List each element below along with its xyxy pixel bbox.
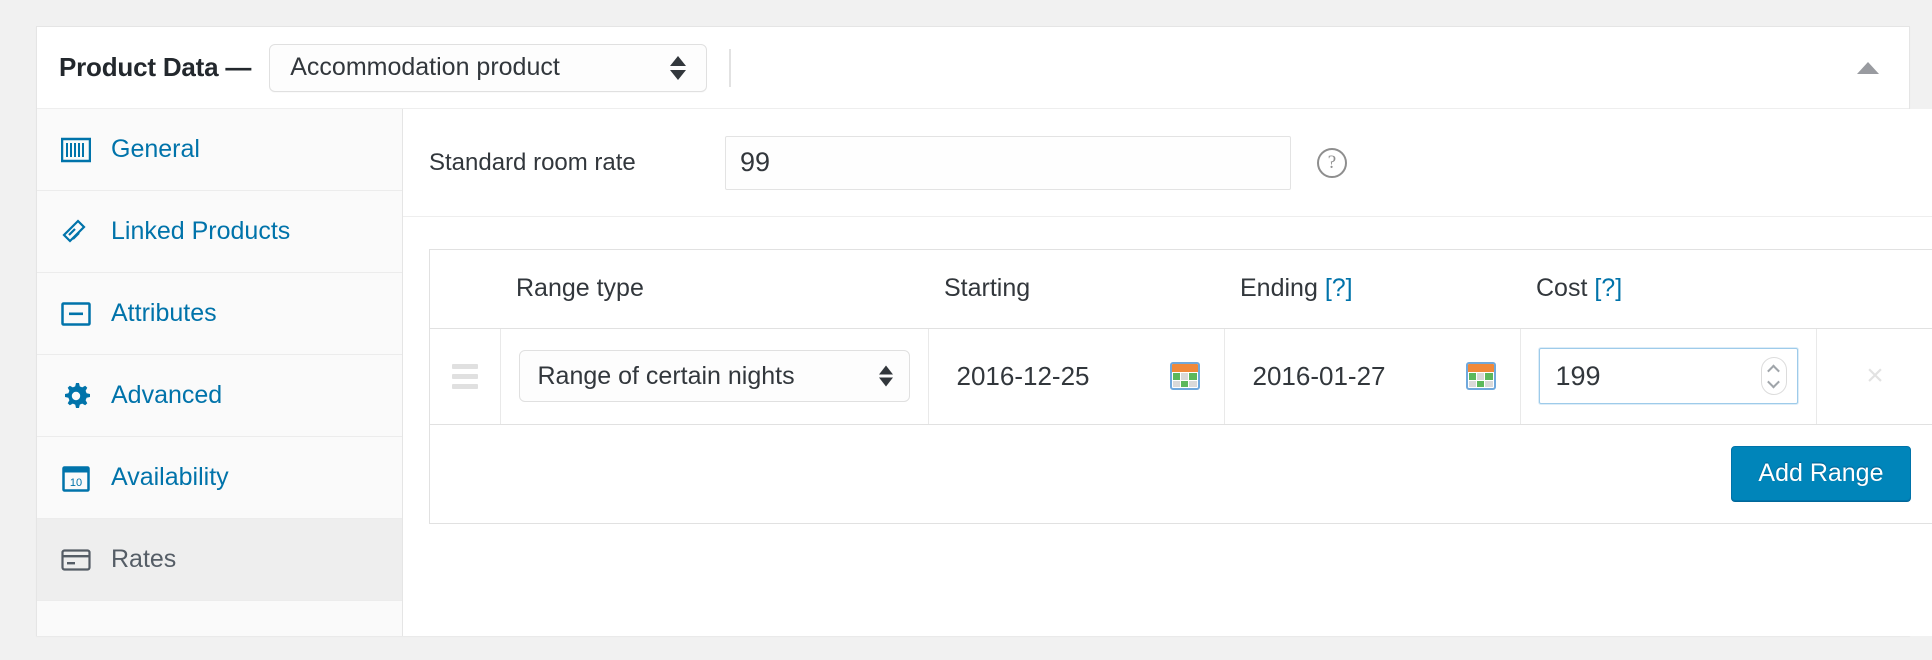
header-divider: [729, 48, 732, 87]
table-row: Range of certain nights 2016-12-25 2016-…: [430, 328, 1932, 425]
attributes-icon: [59, 297, 93, 331]
row-remove-cell: ×: [1816, 328, 1932, 425]
sidebar-item-label: Linked Products: [111, 217, 291, 245]
column-header-handle: [430, 250, 500, 329]
range-type-select[interactable]: Range of certain nights: [518, 350, 910, 402]
ending-date-input[interactable]: 2016-01-27: [1242, 350, 1502, 402]
row-ending-cell: 2016-01-27: [1224, 328, 1521, 425]
product-data-panel: Product Data — Accommodation product Gen…: [36, 26, 1932, 636]
sidebar-item-linked-products[interactable]: Linked Products: [37, 191, 402, 273]
sidebar-item-label: General: [111, 135, 200, 163]
rates-table: Range type Starting Ending [?] Cost [?] …: [430, 250, 1932, 425]
rates-table-head: Range type Starting Ending [?] Cost [?]: [430, 250, 1932, 329]
sidebar-item-availability[interactable]: 10 Availability: [37, 437, 402, 519]
column-header-remove: [1816, 250, 1932, 329]
row-handle-cell: [430, 328, 501, 425]
calendar-picker-icon[interactable]: [1169, 362, 1200, 390]
select-arrows-icon: [670, 55, 687, 80]
standard-room-rate-input[interactable]: 99: [725, 135, 1291, 190]
column-header-starting: Starting: [928, 250, 1224, 329]
standard-room-rate-row: Standard room rate 99 ?: [403, 109, 1932, 217]
panel-collapse-toggle[interactable]: [1851, 51, 1885, 85]
caret-up-icon: [1857, 61, 1879, 74]
column-header-cost: Cost [?]: [1520, 250, 1816, 329]
row-cost-cell: 199: [1520, 328, 1817, 425]
number-stepper[interactable]: [1760, 357, 1787, 395]
calendar-icon: 10: [59, 461, 93, 495]
credit-card-icon: [59, 543, 93, 577]
sidebar-item-attributes[interactable]: Attributes: [37, 273, 402, 355]
standard-room-rate-label: Standard room rate: [429, 148, 636, 176]
calendar-picker-icon[interactable]: [1465, 362, 1496, 390]
starting-date-value: 2016-12-25: [956, 360, 1090, 391]
question-circle-icon[interactable]: ?: [1317, 147, 1347, 178]
link-icon: [59, 215, 93, 249]
sidebar-item-label: Advanced: [111, 381, 223, 409]
barcode-icon: [59, 133, 93, 167]
ending-date-value: 2016-01-27: [1252, 360, 1386, 391]
cost-input[interactable]: 199: [1538, 348, 1798, 404]
product-type-select[interactable]: Accommodation product: [269, 43, 708, 92]
table-header-row: Range type Starting Ending [?] Cost [?]: [430, 250, 1932, 329]
product-type-value: Accommodation product: [290, 53, 560, 81]
standard-room-rate-value: 99: [740, 147, 771, 177]
rates-table-body: Range of certain nights 2016-12-25 2016-…: [430, 328, 1932, 425]
drag-handle-icon[interactable]: [430, 363, 500, 389]
panel-body: General Linked Products Attributes Advan…: [37, 109, 1932, 636]
range-type-value: Range of certain nights: [537, 361, 795, 390]
column-header-ending: Ending [?]: [1224, 250, 1520, 329]
sidebar-item-label: Attributes: [111, 299, 217, 327]
starting-date-input[interactable]: 2016-12-25: [946, 350, 1206, 402]
tabs-filler: [37, 601, 402, 633]
column-header-range-type: Range type: [500, 250, 928, 329]
cost-help-link[interactable]: [?]: [1594, 274, 1622, 302]
add-range-button[interactable]: Add Range: [1731, 446, 1911, 501]
row-range-type-cell: Range of certain nights: [500, 328, 929, 425]
page-title: Product Data —: [59, 52, 252, 82]
ending-help-link[interactable]: [?]: [1325, 274, 1353, 302]
sidebar-item-general[interactable]: General: [37, 109, 402, 191]
rates-table-footer: Add Range: [430, 424, 1932, 523]
sidebar-item-label: Availability: [111, 463, 229, 491]
sidebar-item-label: Rates: [111, 545, 177, 573]
rates-panel-content: Standard room rate 99 ? Range type Start…: [403, 109, 1932, 636]
panel-header: Product Data — Accommodation product: [37, 27, 1909, 109]
screen: Product Data — Accommodation product Gen…: [0, 0, 1932, 660]
gear-icon: [59, 379, 93, 413]
sidebar-item-rates[interactable]: Rates: [37, 519, 402, 601]
cost-value: 199: [1555, 360, 1601, 391]
select-arrows-icon: [878, 365, 893, 387]
product-data-tabs: General Linked Products Attributes Advan…: [37, 109, 403, 636]
row-starting-cell: 2016-12-25: [928, 328, 1225, 425]
rates-table-wrapper: Range type Starting Ending [?] Cost [?] …: [429, 249, 1932, 524]
sidebar-item-advanced[interactable]: Advanced: [37, 355, 402, 437]
close-icon[interactable]: ×: [1817, 361, 1932, 391]
svg-text:10: 10: [70, 477, 82, 489]
